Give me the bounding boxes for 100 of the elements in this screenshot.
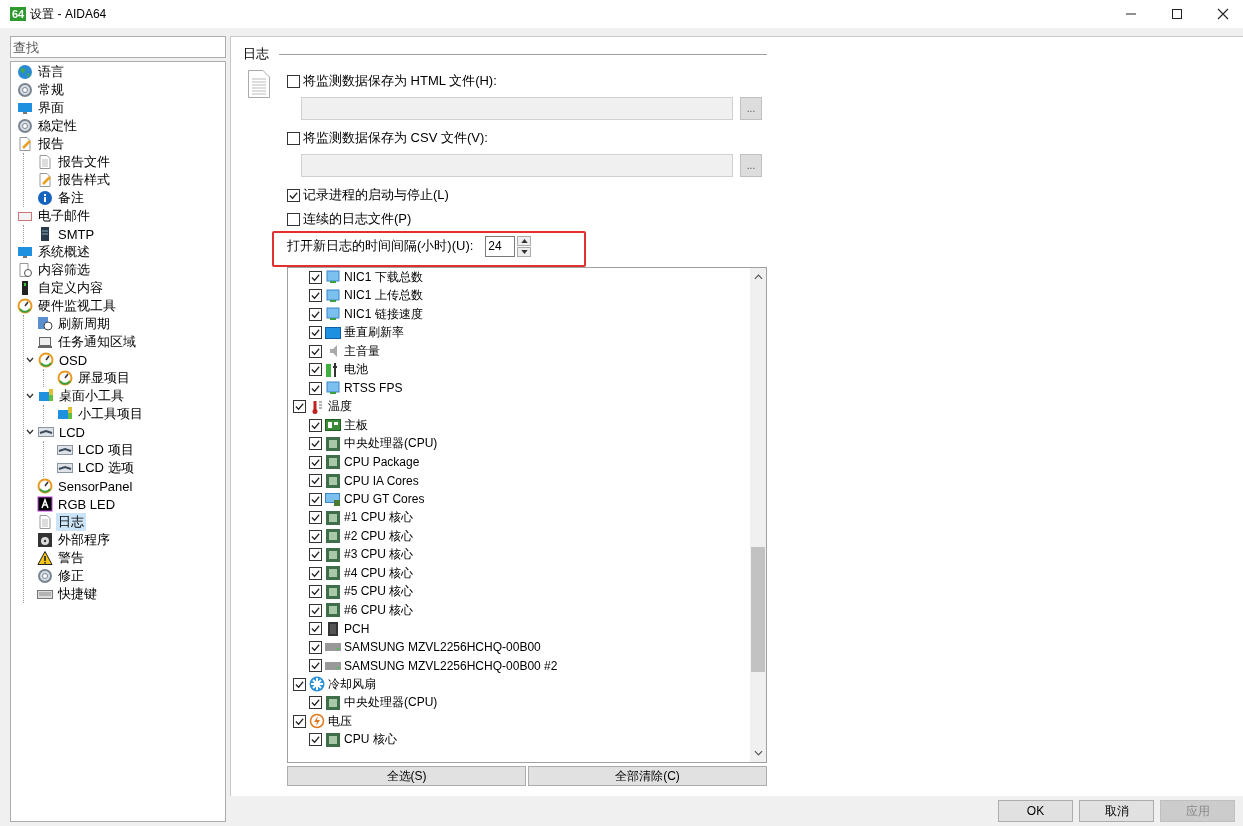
sidebar-item[interactable]: 警告 xyxy=(56,549,86,567)
checkbox[interactable] xyxy=(309,474,322,488)
letter-tile-icon xyxy=(37,496,53,512)
sidebar-item[interactable]: 语言 xyxy=(36,63,66,81)
sidebar-item[interactable]: 外部程序 xyxy=(56,531,112,549)
sensor-label: RTSS FPS xyxy=(344,381,403,396)
checkbox[interactable] xyxy=(309,548,322,562)
dialog-button[interactable]: 取消 xyxy=(1079,800,1154,822)
checkbox[interactable] xyxy=(309,659,322,673)
sidebar-item[interactable]: 报告 xyxy=(36,135,66,153)
hours-input[interactable]: 24 xyxy=(485,235,516,257)
checkbox[interactable] xyxy=(309,585,322,599)
checkbox[interactable] xyxy=(309,733,322,747)
chip-icon xyxy=(325,583,341,600)
sidebar-item[interactable]: 报告文件 xyxy=(56,153,112,171)
sidebar-item[interactable]: 内容筛选 xyxy=(36,261,92,279)
sidebar-item[interactable]: 备注 xyxy=(56,189,86,207)
chevron-icon[interactable] xyxy=(25,391,35,401)
scroll-down-icon[interactable] xyxy=(753,750,763,756)
checkbox[interactable] xyxy=(309,289,322,303)
sidebar-item[interactable]: 任务通知区域 xyxy=(56,333,138,351)
sidebar-item[interactable]: 硬件监视工具 xyxy=(36,297,118,315)
sidebar-item[interactable]: 稳定性 xyxy=(36,117,79,135)
sensor-label: NIC1 链接速度 xyxy=(344,305,423,323)
spin-up-button[interactable] xyxy=(517,235,532,246)
checkbox[interactable] xyxy=(309,640,322,654)
clear-all-button[interactable]: 全部清除(C) xyxy=(528,766,767,786)
sensor-label: #5 CPU 核心 xyxy=(344,583,414,601)
select-all-button[interactable]: 全选(S) xyxy=(287,766,526,786)
spin-down-button[interactable] xyxy=(517,246,532,257)
monitor-icon xyxy=(17,100,33,116)
checkbox[interactable] xyxy=(309,307,322,321)
checkbox[interactable] xyxy=(309,363,322,377)
checkbox[interactable] xyxy=(287,131,300,145)
sidebar-item[interactable]: 系统概述 xyxy=(36,243,92,261)
checkbox[interactable] xyxy=(309,344,322,358)
sidebar-item[interactable]: 修正 xyxy=(56,567,86,585)
checkbox[interactable] xyxy=(293,714,306,728)
sidebar-item[interactable]: 屏显项目 xyxy=(76,369,132,387)
browse-button[interactable]: ... xyxy=(740,97,762,120)
file-path-field[interactable] xyxy=(301,97,733,120)
document-icon xyxy=(37,514,53,530)
checkbox[interactable] xyxy=(309,566,322,580)
sensor-label: 垂直刷新率 xyxy=(344,324,404,342)
checkbox[interactable] xyxy=(309,603,322,617)
close-icon[interactable] xyxy=(1217,8,1229,20)
thermometer-icon xyxy=(309,398,325,415)
checkbox[interactable] xyxy=(287,212,300,226)
sidebar-item[interactable]: 电子邮件 xyxy=(36,207,92,225)
maximize-icon[interactable] xyxy=(1171,8,1183,20)
sidebar-item[interactable]: 常规 xyxy=(36,81,66,99)
checkbox[interactable] xyxy=(309,529,322,543)
sensor-label: NIC1 上传总数 xyxy=(344,287,423,305)
chevron-icon[interactable] xyxy=(25,427,35,437)
sidebar-item[interactable]: 报告样式 xyxy=(56,171,112,189)
checkbox[interactable] xyxy=(309,622,322,636)
sidebar-item[interactable]: LCD 项目 xyxy=(76,441,136,459)
monitor-icon xyxy=(325,380,341,397)
chip-icon xyxy=(325,472,341,489)
scrollbar[interactable] xyxy=(750,268,766,762)
sidebar-item[interactable]: 日志 xyxy=(56,513,86,531)
sidebar-item[interactable]: SMTP xyxy=(56,226,97,242)
checkbox[interactable] xyxy=(287,74,300,88)
checkbox[interactable] xyxy=(293,400,306,414)
sidebar-item[interactable]: LCD xyxy=(57,424,87,440)
sensor-label: 中央处理器(CPU) xyxy=(344,694,438,712)
search-field[interactable]: 查找 xyxy=(10,36,226,58)
sidebar-item[interactable]: 小工具项目 xyxy=(76,405,145,423)
checkbox[interactable] xyxy=(293,677,306,691)
sidebar-item[interactable]: OSD xyxy=(57,352,90,368)
sidebar-item[interactable]: 自定义内容 xyxy=(36,279,105,297)
sensor-label: #2 CPU 核心 xyxy=(344,527,414,545)
checkbox[interactable] xyxy=(309,270,322,284)
monitor-icon xyxy=(325,306,341,323)
document-icon xyxy=(247,69,271,99)
checkbox[interactable] xyxy=(309,511,322,525)
sidebar-item[interactable]: RGB LED xyxy=(56,496,118,512)
gauge-icon xyxy=(37,478,53,494)
dialog-button[interactable]: OK xyxy=(998,800,1073,822)
checkbox[interactable] xyxy=(309,437,322,451)
sidebar-item[interactable]: LCD 选项 xyxy=(76,459,136,477)
checkbox[interactable] xyxy=(309,492,322,506)
chevron-icon[interactable] xyxy=(25,355,35,365)
scroll-up-icon[interactable] xyxy=(753,274,763,280)
display-panel-icon xyxy=(57,460,73,476)
browse-button[interactable]: ... xyxy=(740,154,762,177)
sidebar-item[interactable]: 快捷键 xyxy=(56,585,99,603)
checkbox[interactable] xyxy=(309,418,322,432)
sidebar-item[interactable]: SensorPanel xyxy=(56,478,135,494)
checkbox[interactable] xyxy=(287,188,300,202)
checkbox[interactable] xyxy=(309,696,322,710)
sidebar-item[interactable]: 桌面小工具 xyxy=(57,387,126,405)
file-path-field[interactable] xyxy=(301,154,733,177)
checkbox[interactable] xyxy=(309,381,322,395)
sidebar-item[interactable]: 刷新周期 xyxy=(56,315,112,333)
checkbox[interactable] xyxy=(309,455,322,469)
sensor-label: 主音量 xyxy=(344,342,380,360)
checkbox[interactable] xyxy=(309,326,322,340)
scroll-thumb[interactable] xyxy=(751,547,765,673)
sidebar-item[interactable]: 界面 xyxy=(36,99,66,117)
